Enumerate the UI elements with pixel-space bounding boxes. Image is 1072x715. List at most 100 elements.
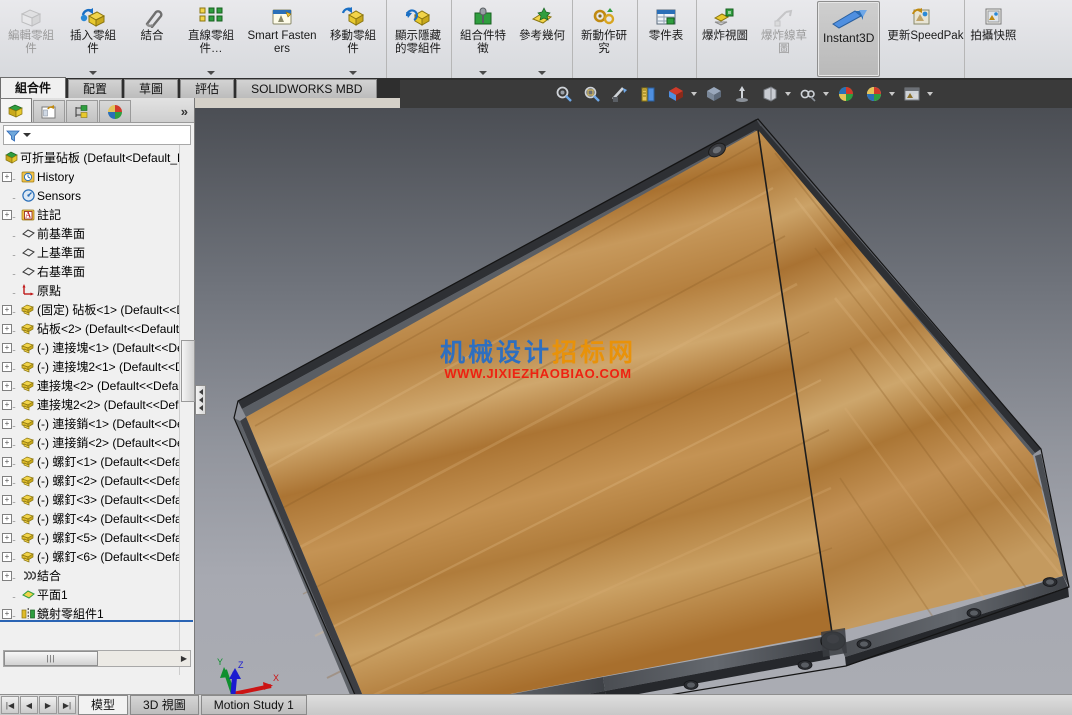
view-dropdown-caret[interactable] <box>785 92 791 96</box>
tree-item-7[interactable]: .. 原點 <box>0 281 179 300</box>
graphics-viewport[interactable]: 机械设计招标网 WWW.JIXIEZHAOBIAO.COM X Y Z <box>195 108 1072 694</box>
view-dropdown-caret[interactable] <box>927 92 933 96</box>
ribbon-button-1[interactable]: 插入零組件 <box>62 0 124 78</box>
ribbon-tab-0[interactable]: 組合件 <box>0 77 67 98</box>
ribbon-button-dropdown-caret[interactable] <box>538 71 546 75</box>
tree-item-15[interactable]: +.. (-) 連接銷<2> (Default<<Def <box>0 433 179 452</box>
tree-item-11[interactable]: +.. (-) 連接塊2<1> (Default<<D <box>0 357 179 376</box>
tree-item-5[interactable]: .. 上基準面 <box>0 243 179 262</box>
tree-item-20[interactable]: +.. (-) 螺釘<5> (Default<<Defau <box>0 528 179 547</box>
tree-item-21[interactable]: +.. (-) 螺釘<6> (Default<<Defau <box>0 547 179 566</box>
board-panel-left[interactable] <box>246 130 832 694</box>
tree-item-22[interactable]: +.. 結合 <box>0 566 179 585</box>
view-dropdown-caret[interactable] <box>823 92 829 96</box>
tree-item-8[interactable]: +.. (固定) 砧板<1> (Default<<D <box>0 300 179 319</box>
property-manager-tab[interactable] <box>33 100 65 122</box>
tree-item-0[interactable]: 可折量砧板 (Default<Default_Di <box>0 148 179 167</box>
tree-item-13[interactable]: +.. 連接塊2<2> (Default<<Defa <box>0 395 179 414</box>
ribbon-button-6[interactable]: 顯示隱藏的零組件 <box>386 0 449 78</box>
tree-item-2[interactable]: .. Sensors <box>0 186 179 205</box>
tree-item-6[interactable]: .. 右基準面 <box>0 262 179 281</box>
tree-item-18[interactable]: +.. (-) 螺釘<3> (Default<<Defau <box>0 490 179 509</box>
scene-icon[interactable] <box>865 85 883 103</box>
zoom-to-fit-icon[interactable] <box>555 85 573 103</box>
panel-expand-chevron[interactable]: » <box>181 104 188 119</box>
viewport-layout-icon[interactable] <box>903 85 921 103</box>
ribbon-button-dropdown-caret[interactable] <box>349 71 357 75</box>
tree-expand-toggle[interactable]: + <box>2 570 12 581</box>
ribbon-button-2[interactable]: 結合 <box>124 0 180 78</box>
tree-horizontal-scrollbar[interactable]: ||| ▶ <box>3 650 191 667</box>
ribbon-button-10[interactable]: 零件表 <box>637 0 694 78</box>
tree-item-19[interactable]: +.. (-) 螺釘<4> (Default<<Defau <box>0 509 179 528</box>
ribbon-button-8[interactable]: 參考幾何 <box>514 0 570 78</box>
tree-expand-toggle[interactable]: + <box>2 513 12 524</box>
section-view-icon[interactable] <box>611 85 629 103</box>
tree-expand-toggle[interactable]: + <box>2 475 12 486</box>
tree-expand-toggle[interactable]: + <box>2 418 12 429</box>
tree-item-23[interactable]: .. 平面1 <box>0 585 179 604</box>
tree-item-17[interactable]: +.. (-) 螺釘<2> (Default<<Defau <box>0 471 179 490</box>
tree-expand-toggle[interactable]: + <box>2 380 12 391</box>
tree-expand-toggle[interactable]: + <box>2 171 12 182</box>
view-dropdown-caret[interactable] <box>889 92 895 96</box>
tree-expand-toggle[interactable]: + <box>2 608 12 619</box>
feature-tree[interactable]: 可折量砧板 (Default<Default_Di +.. History.. Sen… <box>0 145 179 678</box>
tree-scroll-thumb[interactable] <box>181 340 195 402</box>
tree-expand-toggle[interactable]: + <box>2 532 12 543</box>
tree-item-10[interactable]: +.. (-) 連接塊<1> (Default<<Def <box>0 338 179 357</box>
edit-appearance-icon[interactable] <box>733 85 751 103</box>
configuration-manager-tab[interactable] <box>66 100 98 122</box>
cutting-board-model[interactable] <box>195 108 1072 694</box>
tree-expand-toggle[interactable]: + <box>2 494 12 505</box>
ribbon-button-13[interactable]: Instant3D <box>817 1 881 77</box>
view-settings-icon[interactable] <box>799 85 817 103</box>
ribbon-button-dropdown-caret[interactable] <box>479 71 487 75</box>
ribbon-button-9[interactable]: 新動作研究 <box>572 0 635 78</box>
panel-splitter-handle[interactable] <box>195 385 206 415</box>
tree-item-12[interactable]: +.. 連接塊<2> (Default<<Defau <box>0 376 179 395</box>
hide-show-items-icon[interactable] <box>705 85 723 103</box>
tree-expand-toggle[interactable]: + <box>2 323 12 334</box>
tree-item-1[interactable]: +.. History <box>0 167 179 186</box>
display-style-icon[interactable] <box>667 85 685 103</box>
tree-expand-toggle[interactable]: + <box>2 437 12 448</box>
ribbon-tab-1[interactable]: 配置 <box>68 79 123 98</box>
tree-expand-toggle[interactable]: + <box>2 209 12 220</box>
bottom-tab-1[interactable]: 3D 視圖 <box>130 695 199 715</box>
view-orientation-icon[interactable] <box>639 85 657 103</box>
bottom-tab-2[interactable]: Motion Study 1 <box>200 695 307 715</box>
tree-expand-toggle[interactable]: + <box>2 361 12 372</box>
tree-expand-toggle[interactable]: + <box>2 551 12 562</box>
tree-item-9[interactable]: +.. 砧板<2> (Default<<Default> <box>0 319 179 338</box>
filter-dropdown-caret[interactable] <box>23 133 31 137</box>
tree-item-14[interactable]: +.. (-) 連接銷<1> (Default<<Def <box>0 414 179 433</box>
ribbon-button-5[interactable]: 移動零組件 <box>322 0 384 78</box>
ribbon-button-dropdown-caret[interactable] <box>89 71 97 75</box>
apply-scene-icon[interactable] <box>761 85 779 103</box>
tree-item-4[interactable]: .. 前基準面 <box>0 224 179 243</box>
tree-filter-bar[interactable] <box>3 125 191 145</box>
ribbon-tab-2[interactable]: 草圖 <box>124 79 179 98</box>
sheet-nav-button-2[interactable]: ▶ <box>39 696 57 714</box>
sheet-nav-button-0[interactable]: |◀ <box>1 696 19 714</box>
ribbon-button-7[interactable]: 組合件特徵 <box>451 0 514 78</box>
tree-vertical-scrollbar[interactable] <box>179 145 195 675</box>
tree-expand-toggle[interactable]: + <box>2 342 12 353</box>
ribbon-button-4[interactable]: Smart Fasteners <box>242 0 322 78</box>
view-dropdown-caret[interactable] <box>691 92 697 96</box>
ribbon-tab-4[interactable]: SOLIDWORKS MBD <box>236 79 378 98</box>
tree-item-16[interactable]: +.. (-) 螺釘<1> (Default<<Defau <box>0 452 179 471</box>
tree-hscroll-thumb[interactable]: ||| <box>4 651 98 666</box>
ribbon-button-14[interactable]: 更新SpeedPak <box>882 0 963 78</box>
sheet-nav-button-1[interactable]: ◀ <box>20 696 38 714</box>
tree-expand-toggle[interactable]: + <box>2 456 12 467</box>
ribbon-button-11[interactable]: 爆炸視圖 <box>696 0 753 78</box>
tree-expand-toggle[interactable]: + <box>2 399 12 410</box>
tree-expand-toggle[interactable]: + <box>2 304 12 315</box>
display-manager-tab[interactable] <box>99 100 131 122</box>
ribbon-tab-3[interactable]: 評估 <box>180 79 235 98</box>
appearances-icon[interactable] <box>837 85 855 103</box>
ribbon-button-15[interactable]: 拍攝快照 <box>964 0 1021 78</box>
ribbon-button-dropdown-caret[interactable] <box>207 71 215 75</box>
